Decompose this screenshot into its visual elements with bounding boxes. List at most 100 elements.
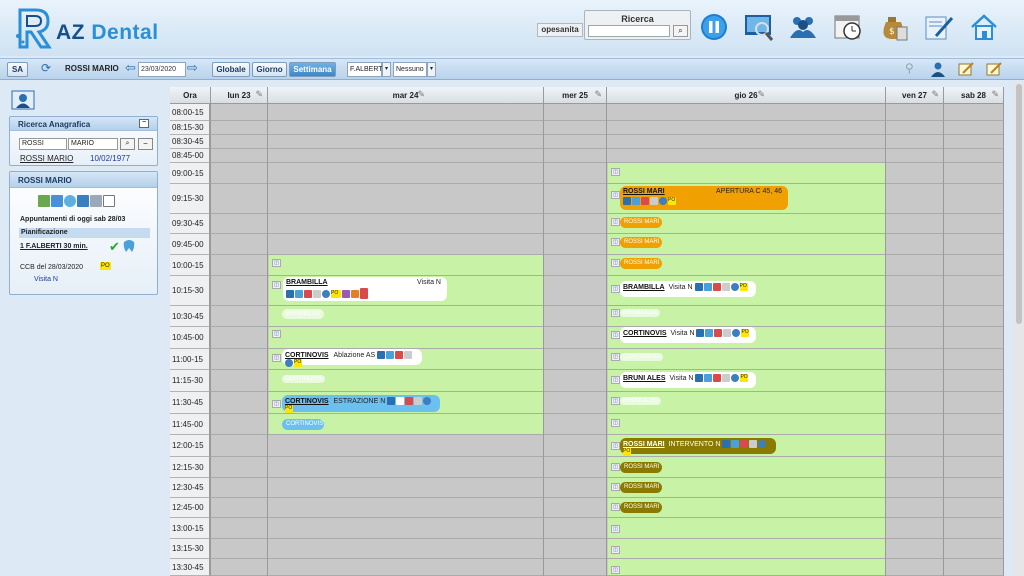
day-header-mar[interactable]: mar 24 ✎ [268,87,544,104]
appointment-card[interactable]: CORTINOVIS Ablazione AS PO [282,349,422,367]
search-input[interactable] [588,25,670,37]
appointment-card[interactable]: BRAMBILLA Visita N PO [620,281,756,297]
continuation-pill[interactable]: CORTINOVIS [282,419,324,430]
date-field[interactable]: 23/03/2020 [138,62,186,77]
slot-icon[interactable]: ◫ [611,238,620,246]
ghost-appointment[interactable]: CORTINOVIS [282,375,326,383]
day-header-sab[interactable]: sab 28 ✎ [944,87,1004,104]
slot-icon[interactable]: ◫ [611,376,620,384]
search-tool-icon[interactable]: ⚲ [905,61,914,75]
slot-icon[interactable]: ◫ [611,546,620,554]
plan-item[interactable]: 1 F.ALBERTI 30 min. [20,243,88,250]
patient-history-icon[interactable] [64,195,76,207]
appointment-card[interactable]: CORTINOVIS Visita N PO [620,327,756,343]
money-bag-icon[interactable]: $ [878,12,908,42]
patient-card-icon[interactable] [11,90,35,110]
home-icon[interactable] [969,12,999,42]
appointment-card-olive[interactable]: ROSSI MARI INTERVENTO N PO [620,438,776,456]
calendar-pen-icon[interactable]: ✎ [594,89,602,99]
day-header-lun[interactable]: lun 23 ✎ [211,87,268,104]
prev-week-arrow-icon[interactable]: ⇦ [125,60,136,76]
slot-icon[interactable]: ◫ [611,285,620,293]
continuation-pill[interactable]: ROSSI MARI [620,482,662,493]
search-go-button[interactable]: ⌕ [673,25,688,37]
slot-icon[interactable]: ◫ [611,191,620,199]
continuation-pill[interactable]: ROSSI MARI [620,237,662,248]
current-patient[interactable]: ROSSI MARIO [65,64,119,73]
slot-icon[interactable]: ◫ [272,354,281,362]
slot-icon[interactable]: ◫ [272,330,281,338]
calendar-pen-icon[interactable]: ✎ [757,89,765,99]
result-patient-name[interactable]: ROSSI MARIO [20,154,73,163]
day-header-ven[interactable]: ven 27 ✎ [886,87,944,104]
appointment-card-orange[interactable]: ROSSI MARI APERTURA C 45, 46 PO [620,186,788,210]
slot-icon[interactable]: ◫ [611,309,620,317]
slot-icon[interactable]: ◫ [611,483,620,491]
monitor-search-icon[interactable] [744,12,774,42]
edit-note-2-icon[interactable] [986,62,1002,76]
slot-icon[interactable]: ◫ [611,168,620,176]
doctor-select[interactable]: F.ALBERTI [347,62,385,77]
continuation-pill[interactable]: ROSSI MARI [620,502,662,513]
appointment-patient[interactable]: BRAMBILLA [286,279,328,286]
calendar-pen-icon[interactable]: ✎ [417,89,425,99]
name-input[interactable]: MARIO [68,138,118,150]
filter-dropdown-icon[interactable]: ▾ [427,62,436,77]
appointment-card-selected[interactable]: CORTINOVIS ESTRAZIONE N PO [282,395,440,413]
location-button[interactable]: SA [7,62,28,77]
patient-info-icon[interactable] [38,195,50,207]
appointment-card[interactable]: BRAMBILLA Visita N PO [283,277,447,301]
edit-pencil-icon[interactable] [103,195,115,207]
continuation-pill[interactable]: ROSSI MARI [620,462,662,473]
collapse-search-button[interactable]: − [139,119,149,128]
calendar-pen-icon[interactable]: ✎ [255,89,263,99]
slot-icon[interactable]: ◫ [611,463,620,471]
scrollbar-thumb[interactable] [1016,84,1022,324]
globale-button[interactable]: Globale [212,62,250,77]
refresh-icon[interactable]: ⟳ [41,61,51,75]
slot-icon[interactable]: ◫ [611,442,620,450]
doctor-user-icon[interactable] [930,61,946,77]
continuation-pill[interactable]: ROSSI MARI [620,258,662,269]
pause-icon[interactable] [699,12,729,42]
slot-icon[interactable]: ◫ [272,259,281,267]
settimana-button[interactable]: Settimana [289,62,336,77]
appointment-card[interactable]: BRUNI ALES Visita N PO [620,372,756,388]
continuation-pill[interactable]: ROSSI MARI [620,217,662,228]
slot-icon[interactable]: ◫ [611,353,620,361]
ghost-appointment[interactable]: BRAMBILLA [620,309,660,317]
edit-note-icon[interactable] [958,62,974,76]
giorno-button[interactable]: Giorno [252,62,287,77]
print-icon[interactable] [90,195,102,207]
app-logo[interactable]: AZ Dental [14,6,164,50]
pen-paper-icon[interactable] [924,12,954,42]
patient-edit-icon[interactable] [51,195,63,207]
filter-select[interactable]: Nessuno [393,62,427,77]
slot-icon[interactable]: ◫ [611,397,620,405]
calendar-clock-icon[interactable] [833,12,863,42]
search-anagrafica-button[interactable]: ⌕ [120,138,135,150]
vertical-scrollbar[interactable] [1014,82,1024,576]
slot-icon[interactable]: ◫ [611,331,620,339]
slot-icon[interactable]: ◫ [611,218,620,226]
patient-transfer-icon[interactable] [77,195,89,207]
slot-icon[interactable]: ◫ [611,503,620,511]
calendar-pen-icon[interactable]: ✎ [931,89,939,99]
ghost-appointment[interactable]: BRUNI ALES [620,397,662,405]
clear-search-button[interactable]: − [138,138,153,150]
doctor-dropdown-icon[interactable]: ▾ [382,62,391,77]
slot-icon[interactable]: ◫ [272,400,281,408]
ghost-appointment[interactable]: CORTINOVIS [620,353,664,361]
slot-icon[interactable]: ◫ [611,566,620,574]
day-header-gio[interactable]: gio 26 ✎ [607,87,886,104]
calendar-pen-icon[interactable]: ✎ [991,89,999,99]
users-icon[interactable] [788,12,818,42]
slot-icon[interactable]: ◫ [611,419,620,427]
day-header-mer[interactable]: mer 25 ✎ [544,87,607,104]
surname-input[interactable]: ROSSI [19,138,67,150]
slot-icon[interactable]: ◫ [272,281,281,289]
ghost-appointment[interactable]: BRAMBILLA [282,309,324,319]
slot-icon[interactable]: ◫ [611,525,620,533]
slot-icon[interactable]: ◫ [611,259,620,267]
next-week-arrow-icon[interactable]: ⇨ [187,60,198,76]
